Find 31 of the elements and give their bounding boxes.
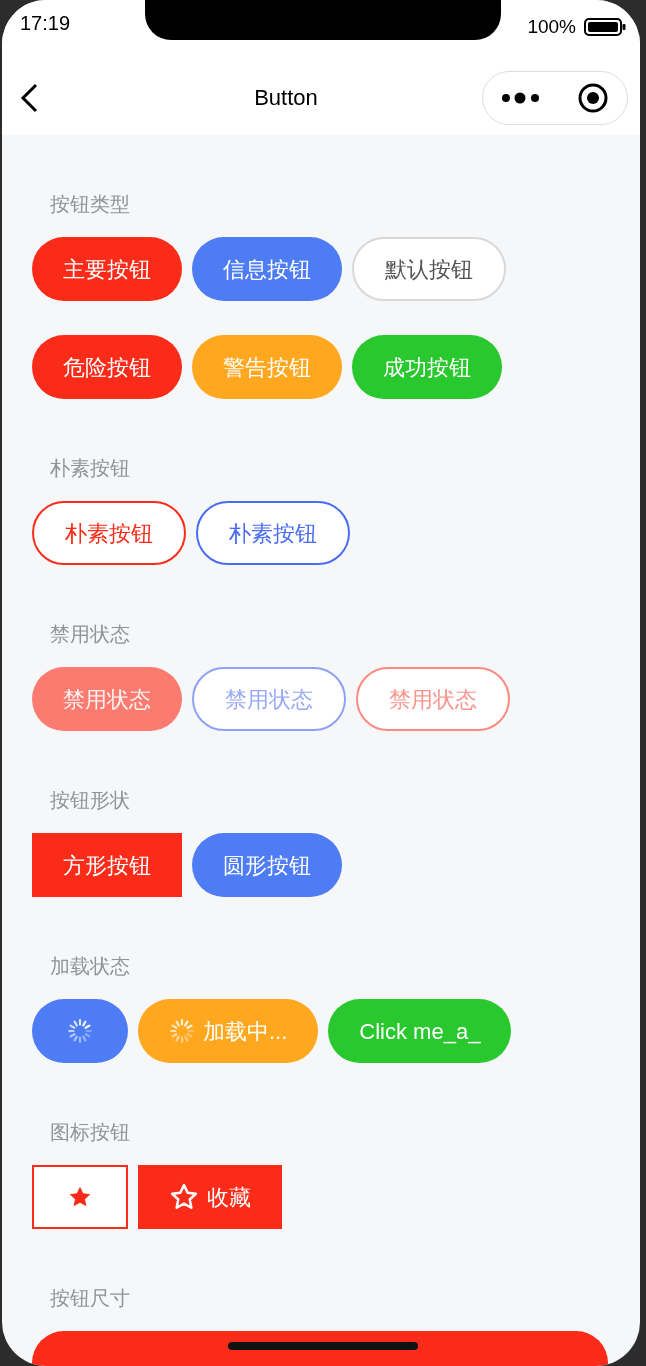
button[interactable]: [32, 1165, 128, 1229]
star-outline-icon: [169, 1182, 199, 1212]
button[interactable]: 默认按钮: [352, 237, 506, 301]
section-title: 按钮形状: [50, 788, 131, 813]
button[interactable]: 朴素按钮: [32, 501, 186, 565]
section-title: 按钮类型: [50, 192, 131, 217]
loading-button[interactable]: 加载中...: [138, 999, 319, 1063]
more-icon[interactable]: [501, 90, 541, 105]
button[interactable]: 主要按钮: [32, 237, 182, 301]
section-title: 按钮尺寸: [50, 1286, 131, 1311]
button[interactable]: 圆形按钮: [192, 833, 342, 897]
button[interactable]: 方形按钮: [32, 833, 182, 897]
status-time: 17:19: [20, 11, 71, 36]
button[interactable]: 警告按钮: [192, 335, 342, 399]
button[interactable]: Click me_a_: [328, 999, 512, 1063]
target-icon[interactable]: [577, 81, 609, 114]
battery-percent: 100%: [527, 14, 576, 39]
button[interactable]: 危险按钮: [32, 335, 182, 399]
button[interactable]: 朴素按钮: [196, 501, 350, 565]
section-title: 禁用状态: [50, 622, 131, 647]
spinner-icon: [67, 1018, 93, 1044]
section-title: 图标按钮: [50, 1120, 131, 1145]
page-title: Button: [254, 84, 318, 112]
section-title: 朴素按钮: [50, 456, 131, 481]
button[interactable]: 成功按钮: [352, 335, 502, 399]
spinner-icon: [169, 1018, 195, 1044]
battery-icon: [584, 17, 626, 37]
button[interactable]: 信息按钮: [192, 237, 342, 301]
button[interactable]: 收藏: [138, 1165, 282, 1229]
section-title: 加载状态: [50, 954, 131, 979]
back-icon[interactable]: [18, 81, 40, 114]
